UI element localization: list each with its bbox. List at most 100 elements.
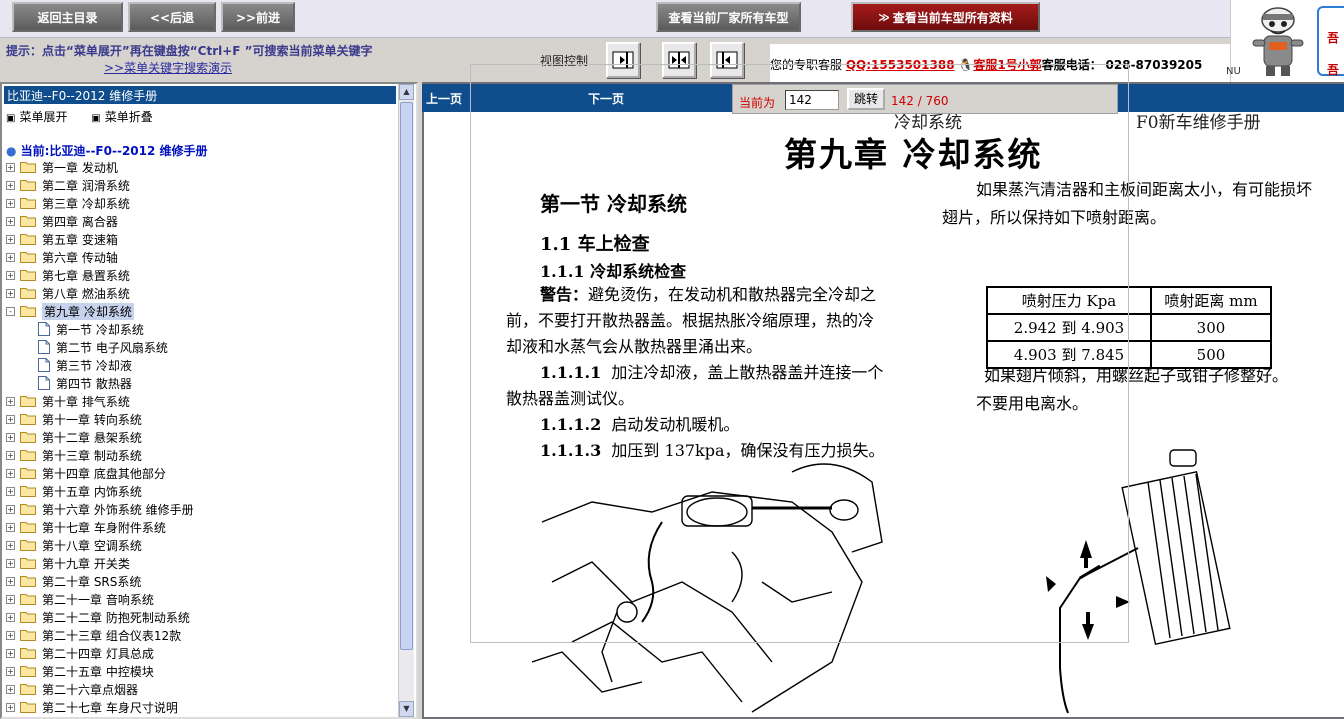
- folder-icon: [20, 630, 36, 641]
- tree-chapter-item[interactable]: + 第四章 离合器: [6, 212, 118, 230]
- expand-toggle-icon[interactable]: +: [6, 540, 15, 550]
- view-left-panel-button[interactable]: [710, 42, 744, 78]
- expand-toggle-icon[interactable]: +: [6, 432, 15, 442]
- collapse-menu-button[interactable]: ▣ 菜单折叠: [91, 110, 162, 124]
- expand-toggle-icon[interactable]: +: [6, 180, 15, 190]
- tree-chapter-item[interactable]: + 第十三章 制动系统: [6, 446, 142, 464]
- heading-1-1-1: 1.1.1 冷却系统检查: [540, 262, 687, 281]
- expand-toggle-icon[interactable]: +: [6, 666, 15, 676]
- tree-chapter-item[interactable]: + 第七章 悬置系统: [6, 266, 130, 284]
- tree-chapter-item[interactable]: + 第二十二章 防抱死制动系统: [6, 608, 190, 626]
- search-demo-link[interactable]: >>菜单关键字搜索演示: [104, 59, 232, 76]
- tree-root[interactable]: ● 当前:比亚迪--F0--2012 维修手册: [6, 142, 208, 159]
- back-button[interactable]: <<后退: [128, 2, 216, 32]
- scroll-up-icon[interactable]: ▲: [399, 84, 414, 100]
- expand-menu-button[interactable]: ▣ 菜单展开: [6, 110, 77, 124]
- radiator-tester-illustration: [532, 463, 883, 713]
- view-right-panel-button[interactable]: [606, 42, 640, 78]
- tree-chapter-item[interactable]: + 第十章 排气系统: [6, 392, 130, 410]
- expand-toggle-icon[interactable]: +: [6, 702, 15, 712]
- folder-icon: [20, 162, 36, 173]
- left-panel-icon: [716, 51, 738, 69]
- scroll-thumb[interactable]: [400, 102, 413, 650]
- tree-chapter-item[interactable]: + 第三章 冷却系统: [6, 194, 130, 212]
- expand-toggle-icon[interactable]: +: [6, 684, 15, 694]
- tree-section-item[interactable]: 第四节 散热器: [38, 374, 132, 392]
- table-header-cell: 喷射压力 Kpa: [986, 286, 1152, 315]
- back-main-button[interactable]: 返回主目录: [12, 2, 123, 32]
- expand-toggle-icon[interactable]: +: [6, 486, 15, 496]
- expand-toggle-icon[interactable]: +: [6, 414, 15, 424]
- tree-section-item[interactable]: 第一节 冷却系统: [38, 320, 144, 338]
- tree-chapter-item[interactable]: + 第二十章 SRS系统: [6, 572, 141, 590]
- tree-chapter-item[interactable]: + 第十一章 转向系统: [6, 410, 142, 428]
- tree-chapter-item[interactable]: + 第二章 润滑系统: [6, 176, 130, 194]
- tree-chapter-item[interactable]: + 第十四章 底盘其他部分: [6, 464, 166, 482]
- back-main-label: 返回主目录: [37, 10, 98, 25]
- tree-chapter-item[interactable]: + 第十七章 车身附件系统: [6, 518, 166, 536]
- view-split-panel-button[interactable]: [662, 42, 696, 78]
- page-number-input[interactable]: [785, 90, 839, 110]
- expand-toggle-icon[interactable]: +: [6, 612, 15, 622]
- tree-chapter-item[interactable]: + 第十八章 空调系统: [6, 536, 142, 554]
- expand-toggle-icon[interactable]: +: [6, 162, 15, 172]
- folder-icon: [20, 306, 36, 317]
- tree-chapter-item[interactable]: + 第二十一章 音响系统: [6, 590, 154, 608]
- tree-section-item[interactable]: 第三节 冷却液: [38, 356, 132, 374]
- expand-toggle-icon[interactable]: +: [6, 450, 15, 460]
- view-all-makers-button[interactable]: 查看当前厂家所有车型: [656, 2, 801, 32]
- expand-toggle-icon[interactable]: +: [6, 288, 15, 298]
- tree-item-label: 第四章 离合器: [42, 214, 118, 229]
- tree-chapter-item[interactable]: + 第八章 燃油系统: [6, 284, 130, 302]
- view-all-models-button[interactable]: ≫ 查看当前车型所有资料: [851, 2, 1040, 32]
- expand-toggle-icon[interactable]: +: [6, 270, 15, 280]
- tree-chapter-item[interactable]: + 第二十六章点烟器: [6, 680, 138, 698]
- contact-bar: 您的专职客服 QQ:1553501388 🐧客服1号小郭客服电话： 028-87…: [770, 44, 1241, 82]
- tree-item-label: 第二十四章 灯具总成: [42, 646, 154, 661]
- forward-label: >>前进: [235, 10, 281, 25]
- tree-chapter-item[interactable]: + 第十五章 内饰系统: [6, 482, 142, 500]
- next-page-button[interactable]: 下一页: [588, 90, 624, 107]
- expand-toggle-icon[interactable]: +: [6, 198, 15, 208]
- scroll-down-icon[interactable]: ▼: [399, 701, 414, 717]
- tree-item-label: 第二十二章 防抱死制动系统: [42, 610, 190, 625]
- expand-toggle-icon[interactable]: +: [6, 216, 15, 226]
- expand-toggle-icon[interactable]: +: [6, 522, 15, 532]
- tree-scrollbar[interactable]: ▲ ▼: [398, 84, 414, 717]
- tree-chapter-item[interactable]: + 第二十三章 组合仪表12款: [6, 626, 181, 644]
- jump-button[interactable]: 跳转: [847, 88, 885, 110]
- heading-1-1: 1.1 车上检查: [540, 234, 650, 255]
- expand-toggle-icon[interactable]: +: [6, 504, 15, 514]
- tree-chapter-item[interactable]: + 第五章 变速箱: [6, 230, 118, 248]
- expand-toggle-icon[interactable]: +: [6, 396, 15, 406]
- tree-chapter-item[interactable]: - 第九章 冷却系统: [6, 302, 134, 320]
- tree-chapter-item[interactable]: + 第一章 发动机: [6, 158, 118, 176]
- expand-toggle-icon[interactable]: +: [6, 252, 15, 262]
- tree-ops: ▣ 菜单展开 ▣ 菜单折叠: [6, 108, 173, 125]
- tree-chapter-item[interactable]: + 第二十四章 灯具总成: [6, 644, 154, 662]
- tree-item-label: 第一章 发动机: [42, 160, 118, 175]
- expand-toggle-icon[interactable]: +: [6, 648, 15, 658]
- expand-toggle-icon[interactable]: +: [6, 234, 15, 244]
- tree-chapter-item[interactable]: + 第十九章 开关类: [6, 554, 130, 572]
- expand-toggle-icon[interactable]: +: [6, 594, 15, 604]
- tree-item-label: 第二十六章点烟器: [42, 682, 139, 697]
- right-para1-line2: 翅片，所以保持如下喷射距离。: [942, 208, 1167, 227]
- service-link[interactable]: 客服1号小郭: [973, 58, 1041, 72]
- step3: 1.1.1.3 加压到 137kpa，确保没有压力损失。: [540, 438, 885, 464]
- expand-toggle-icon[interactable]: +: [6, 630, 15, 640]
- tree-chapter-item[interactable]: + 第六章 传动轴: [6, 248, 118, 266]
- expand-toggle-icon[interactable]: +: [6, 468, 15, 478]
- tree-chapter-item[interactable]: + 第二十五章 中控模块: [6, 662, 154, 680]
- forward-button[interactable]: >>前进: [221, 2, 295, 32]
- tree-chapter-item[interactable]: + 第二十七章 车身尺寸说明: [6, 698, 178, 716]
- tree-chapter-item[interactable]: + 第十二章 悬架系统: [6, 428, 142, 446]
- contact-nu: NU: [1226, 66, 1241, 77]
- collapse-toggle-icon[interactable]: -: [6, 306, 15, 316]
- tree-section-item[interactable]: 第二节 电子风扇系统: [38, 338, 168, 356]
- tree-chapter-item[interactable]: + 第十六章 外饰系统 维修手册: [6, 500, 194, 518]
- prev-page-button[interactable]: 上一页: [426, 90, 462, 107]
- expand-toggle-icon[interactable]: +: [6, 576, 15, 586]
- expand-toggle-icon[interactable]: +: [6, 558, 15, 568]
- qq-link[interactable]: QQ:1553501388: [846, 58, 955, 72]
